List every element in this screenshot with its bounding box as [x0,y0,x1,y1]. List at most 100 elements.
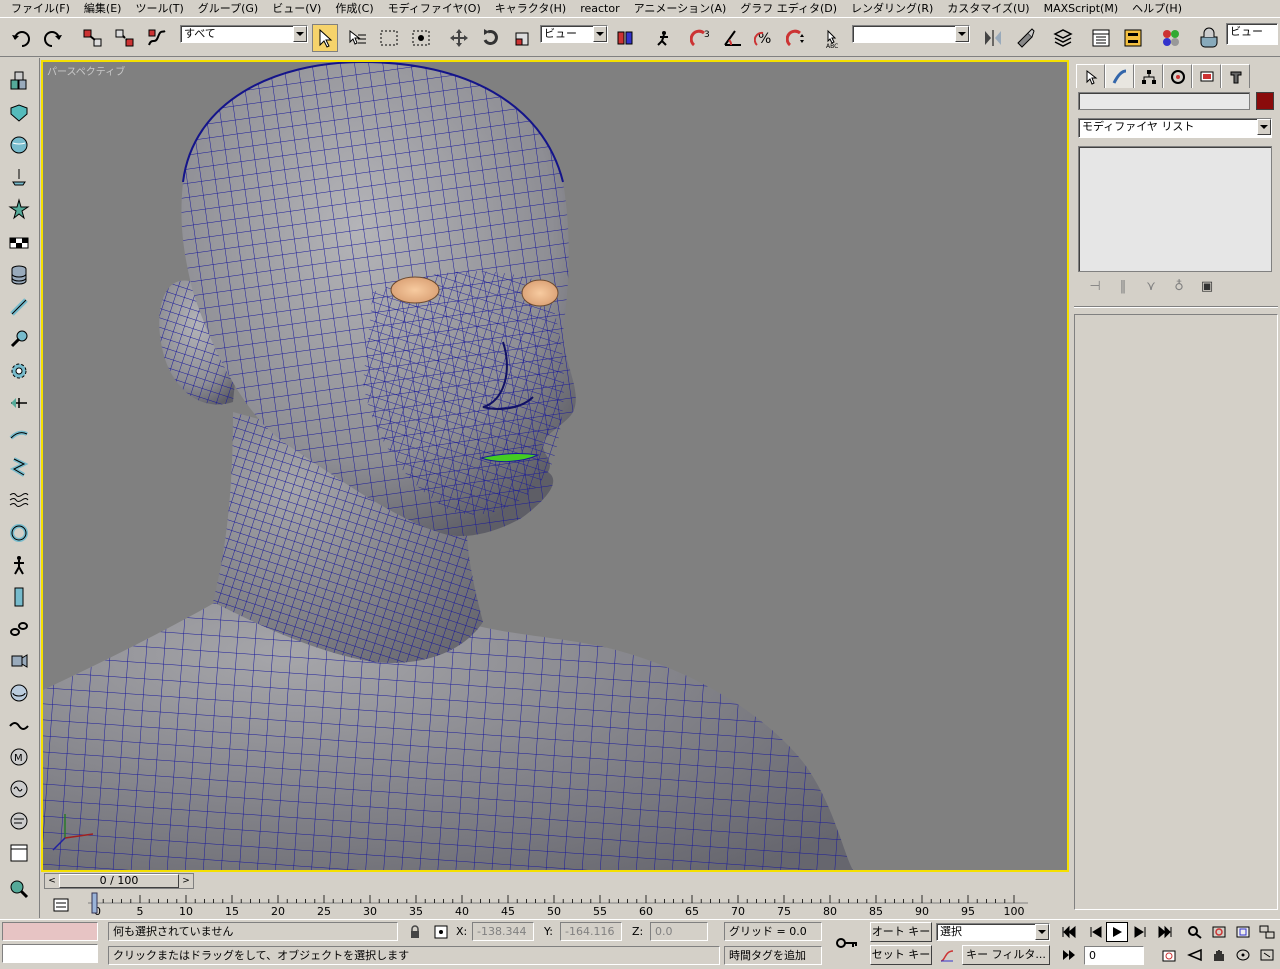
menu-item-1[interactable]: 編集(E) [77,0,129,18]
frame-ruler[interactable]: 0510152025303540455055606570758085909510… [88,891,1028,917]
unlink-icon[interactable] [112,24,138,52]
manipulate-icon[interactable] [650,24,676,52]
bend-icon[interactable] [6,422,32,448]
x-coord-field[interactable]: -138.344 [472,922,534,941]
curve-editor-icon[interactable] [1088,24,1114,52]
render-scene-icon[interactable] [1196,24,1222,52]
select-by-name-icon[interactable] [344,24,370,52]
selection-filter-dropdown[interactable]: すべて [180,25,308,43]
rope-icon[interactable] [6,712,32,738]
go-to-end-icon[interactable] [1154,922,1176,942]
field-of-view-icon[interactable] [1184,945,1206,965]
angle-snap-icon[interactable] [720,24,746,52]
gear-icon[interactable] [6,358,32,384]
maximize-viewport-icon[interactable] [1256,945,1278,965]
orbit-icon[interactable] [1232,945,1254,965]
modifier-list-dropdown[interactable]: モディファイヤ リスト [1078,118,1272,138]
menu-item-13[interactable]: MAXScript(M) [1037,0,1126,18]
next-frame-icon[interactable] [1130,922,1152,942]
bar-icon[interactable] [6,584,32,610]
current-frame-marker[interactable] [91,892,98,914]
bone-icon[interactable] [6,294,32,320]
key-tangent-icon[interactable] [936,946,958,966]
configure-sets-icon[interactable]: ▣ [1198,279,1216,297]
modifier-stack[interactable] [1078,146,1272,272]
helpers-icon[interactable] [6,100,32,126]
camera-icon[interactable] [6,648,32,674]
go-to-start-icon[interactable] [1058,922,1080,942]
menu-item-4[interactable]: ビュー(V) [265,0,328,18]
reactor-icon[interactable] [6,680,32,706]
menu-item-14[interactable]: ヘルプ(H) [1125,0,1189,18]
menu-item-8[interactable]: reactor [573,0,626,18]
object-color-swatch[interactable] [1256,92,1274,110]
checker-icon[interactable] [6,230,32,256]
menu-item-12[interactable]: カスタマイズ(U) [940,0,1036,18]
display-tab-icon[interactable] [1192,64,1221,88]
menu-item-11[interactable]: レンダリング(R) [844,0,940,18]
zoom-extents-icon[interactable] [1232,922,1254,942]
align-icon[interactable] [1012,24,1038,52]
wave-icon[interactable] [6,486,32,512]
set-key-icon[interactable] [832,930,862,956]
biped-icon[interactable] [6,552,32,578]
create-objects-icon[interactable] [6,68,32,94]
wrench-icon[interactable] [6,326,32,352]
menu-item-5[interactable]: 作成(C) [328,0,380,18]
zoom-all-icon[interactable] [1208,922,1230,942]
time-config-icon[interactable] [1158,946,1180,966]
view-dropdown[interactable]: ビュー [1226,23,1278,45]
rect-select-region-icon[interactable] [376,24,402,52]
snap-3d-icon[interactable]: 3 [688,24,714,52]
move-icon[interactable] [446,24,472,52]
menu-item-2[interactable]: ツール(T) [128,0,190,18]
key-filters-button[interactable]: キー フィルタ... [962,945,1050,965]
redo-icon[interactable] [40,24,66,52]
show-end-result-icon[interactable]: ‖ [1114,279,1132,297]
y-coord-field[interactable]: -164.116 [560,922,622,941]
rotate-icon[interactable] [478,24,504,52]
add-time-tag-field[interactable]: 時間タグを追加 [724,946,822,965]
named-selection-dropdown[interactable] [852,25,970,43]
spring-icon[interactable] [6,776,32,802]
remove-modifier-icon[interactable]: ♁ [1170,279,1188,297]
lock-selection-icon[interactable] [404,922,426,942]
sphere-icon[interactable] [6,132,32,158]
make-unique-icon[interactable]: ⋎ [1142,279,1160,297]
menu-item-7[interactable]: キャラクタ(H) [488,0,573,18]
wind-icon[interactable] [6,808,32,834]
bind-space-warp-icon[interactable] [144,24,170,52]
viewport-label[interactable]: パースペクティブ [47,63,125,78]
time-slider-track[interactable]: < 0 / 100 > [44,873,194,889]
pin-stack-icon[interactable]: ⊣ [1086,279,1104,297]
edit-named-selection-icon[interactable]: ABC [822,24,848,52]
menu-item-3[interactable]: グループ(G) [191,0,265,18]
object-name-field[interactable] [1078,92,1250,110]
link-chain-icon[interactable] [6,616,32,642]
torus-knot-icon[interactable] [6,520,32,546]
menu-item-10[interactable]: グラフ エディタ(D) [733,0,844,18]
time-prev-button[interactable]: < [45,874,59,888]
use-pivot-center-icon[interactable] [612,24,638,52]
hierarchy-tab-icon[interactable] [1134,64,1163,88]
menu-item-0[interactable]: ファイル(F) [4,0,77,18]
menu-item-9[interactable]: アニメーション(A) [627,0,734,18]
utilities-tab-icon[interactable] [1221,64,1250,88]
track-bar[interactable]: 0510152025303540455055606570758085909510… [40,891,1072,919]
absolute-mode-icon[interactable] [430,922,452,942]
layer-manager-icon[interactable] [1050,24,1076,52]
material-editor-icon[interactable] [1158,24,1184,52]
play-icon[interactable] [1106,922,1128,942]
key-mode-toggle-icon[interactable] [1058,945,1080,965]
z-coord-field[interactable]: 0.0 [650,922,708,941]
preview-icon[interactable] [6,876,32,902]
zoom-icon[interactable] [1184,922,1206,942]
twist-icon[interactable] [6,454,32,480]
undo-icon[interactable] [8,24,34,52]
maxscript-input-mini[interactable] [2,944,98,963]
motion-tab-icon[interactable] [1163,64,1192,88]
panel-icon[interactable] [6,840,32,866]
zoom-extents-all-icon[interactable] [1256,922,1278,942]
percent-snap-icon[interactable]: % [752,24,778,52]
maxscript-listener-mini[interactable] [2,922,98,941]
